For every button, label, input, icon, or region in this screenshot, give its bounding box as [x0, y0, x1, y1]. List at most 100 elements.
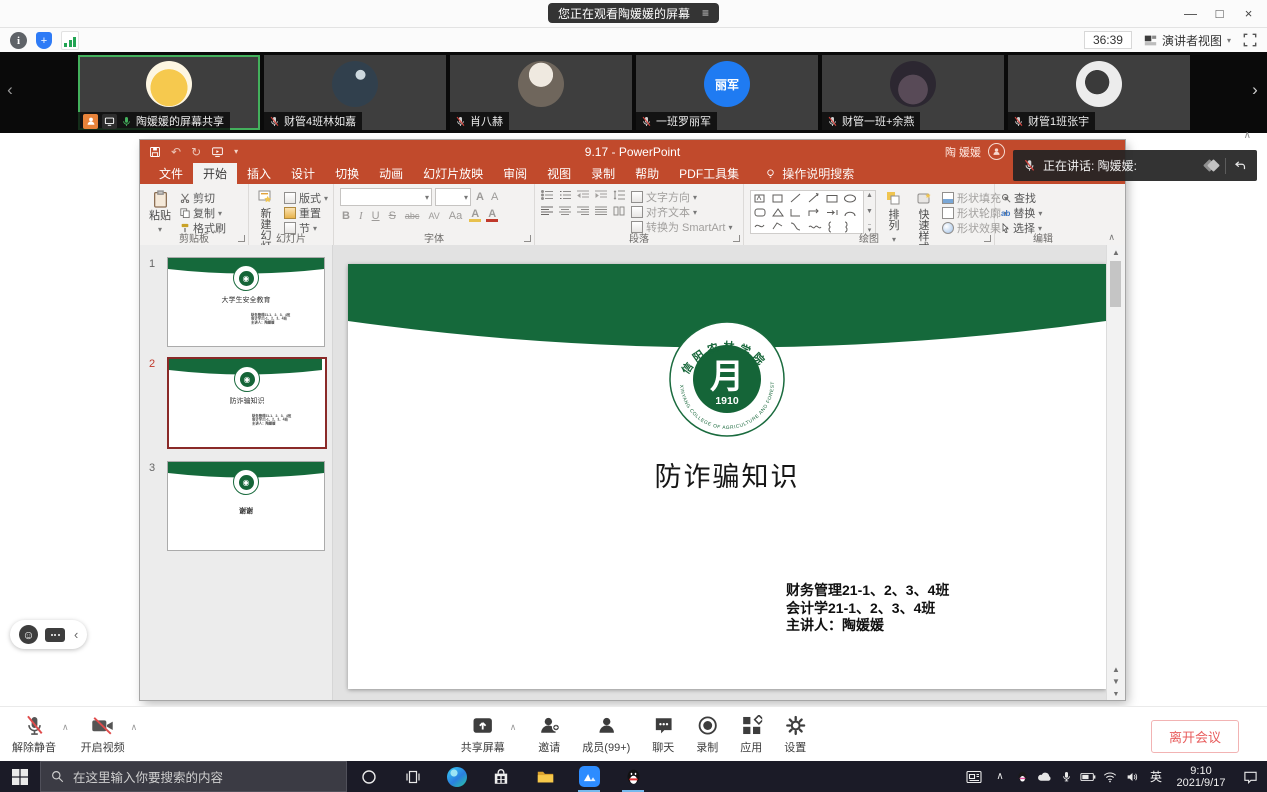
members-button[interactable]: 成员(99+) — [582, 715, 630, 755]
mic-options-chevron[interactable]: ∧ — [62, 722, 69, 733]
font-color-button[interactable]: A — [486, 210, 498, 222]
tab-record[interactable]: 录制 — [581, 163, 625, 184]
tab-home[interactable]: 开始 — [193, 163, 237, 184]
dialog-launcher[interactable] — [984, 235, 991, 242]
participant-tile[interactable]: 丽军 一班罗丽军 — [636, 55, 818, 130]
tab-help[interactable]: 帮助 — [625, 163, 669, 184]
align-center-icon[interactable] — [559, 206, 571, 216]
cortana-button[interactable] — [347, 761, 391, 792]
tab-transitions[interactable]: 切换 — [325, 163, 369, 184]
unmute-button[interactable]: 解除静音 — [12, 715, 56, 755]
meeting-app-button[interactable] — [567, 761, 611, 792]
paste-button[interactable]: 粘贴▾ — [146, 188, 174, 236]
participant-tile[interactable]: 财管一班+余燕 — [822, 55, 1004, 130]
slide[interactable]: 信阳农林学院 XINYANG COLLEGE OF AGRICULTURE AN… — [348, 264, 1106, 689]
char-spacing-button[interactable]: AV — [426, 211, 441, 221]
previous-slide-button[interactable]: ▲ — [1107, 665, 1125, 674]
share-screen-button[interactable]: 共享屏幕 — [461, 715, 505, 755]
keyboard-icon[interactable] — [45, 628, 65, 642]
line-spacing-icon[interactable] — [613, 190, 625, 200]
bold-button[interactable]: B — [340, 210, 352, 222]
return-arrow-icon[interactable] — [1233, 159, 1247, 172]
tab-slideshow[interactable]: 幻灯片放映 — [413, 163, 493, 184]
slide-thumbnail-2-selected[interactable]: ◉ 防诈骗知识 财务管理21-1、2、3、4班会计学21-1、2、3、4班主讲人… — [167, 357, 327, 449]
undo-icon[interactable]: ↶ — [171, 145, 181, 159]
security-shield-icon[interactable]: + — [36, 32, 52, 49]
align-text-button[interactable]: 对齐文本▾ — [631, 205, 732, 219]
text-direction-button[interactable]: 文字方向▾ — [631, 190, 732, 204]
participant-tile[interactable]: 财管1班张宇 — [1008, 55, 1190, 130]
replace-button[interactable]: ab替换▾ — [1001, 206, 1042, 220]
redo-icon[interactable]: ↻ — [191, 145, 201, 159]
find-button[interactable]: 查找 — [1001, 191, 1042, 205]
tab-animations[interactable]: 动画 — [369, 163, 413, 184]
record-button[interactable]: 录制 — [696, 715, 718, 755]
collapse-panel-icon[interactable]: ‹ — [72, 627, 78, 642]
align-left-icon[interactable] — [541, 206, 553, 216]
scroll-up-icon[interactable]: ▲ — [1107, 248, 1125, 257]
highlight-color-button[interactable]: A — [469, 210, 481, 222]
tab-insert[interactable]: 插入 — [237, 163, 281, 184]
columns-icon[interactable] — [613, 206, 625, 216]
dialog-launcher[interactable] — [524, 235, 531, 242]
taskbar-search[interactable]: 在这里输入你要搜索的内容 — [40, 761, 347, 792]
tell-me-search[interactable]: 操作说明搜索 — [765, 163, 854, 184]
emoji-icon[interactable]: ☺ — [19, 625, 38, 644]
scroll-thumb[interactable] — [1110, 261, 1121, 307]
network-signal-icon[interactable] — [61, 31, 79, 50]
slide-thumbnail-3[interactable]: ◉ 谢谢 — [167, 461, 325, 551]
shapes-gallery[interactable] — [750, 190, 864, 234]
indent-decrease-icon[interactable] — [577, 190, 589, 200]
reset-button[interactable]: 重置 — [284, 206, 328, 220]
qq-button[interactable] — [611, 761, 655, 792]
view-mode-switcher[interactable]: 演讲者视图 ▾ — [1144, 32, 1231, 49]
justify-icon[interactable] — [595, 206, 607, 216]
maximize-button[interactable]: □ — [1205, 0, 1234, 26]
wifi-tray-icon[interactable] — [1099, 761, 1121, 792]
meeting-info-icon[interactable]: i — [10, 32, 27, 49]
slide-thumbnail-1[interactable]: ◉ 大学生安全教育 财务管理21-1、2、3、4班会计学21-1、2、3、4班主… — [167, 257, 325, 347]
shadow-button[interactable]: abc — [403, 211, 422, 221]
tab-view[interactable]: 视图 — [537, 163, 581, 184]
tab-pdf-tools[interactable]: PDF工具集 — [669, 163, 749, 184]
tray-expand-button[interactable]: ∧ — [989, 761, 1011, 792]
indent-increase-icon[interactable] — [595, 190, 607, 200]
share-options-chevron[interactable]: ∧ — [510, 722, 517, 733]
align-right-icon[interactable] — [577, 206, 589, 216]
qq-tray-icon[interactable] — [1011, 761, 1033, 792]
grow-font-button[interactable]: A — [474, 191, 486, 203]
slideshow-icon[interactable] — [211, 146, 224, 158]
underline-button[interactable]: U — [370, 210, 382, 222]
cut-button[interactable]: 剪切 — [180, 191, 226, 205]
font-name-select[interactable]: ▾ — [340, 188, 432, 206]
participant-tile[interactable]: 陶媛媛的屏幕共享 — [78, 55, 260, 130]
fullscreen-icon[interactable] — [1243, 33, 1257, 47]
minimize-button[interactable]: — — [1176, 0, 1205, 26]
italic-button[interactable]: I — [357, 210, 365, 222]
file-explorer-button[interactable] — [523, 761, 567, 792]
invite-button[interactable]: 邀请 — [538, 715, 560, 755]
action-center-button[interactable] — [1233, 761, 1267, 792]
onedrive-tray-icon[interactable] — [1033, 761, 1055, 792]
participant-tile[interactable]: 肖八赫 — [450, 55, 632, 130]
font-size-select[interactable]: ▾ — [435, 188, 471, 206]
dialog-launcher[interactable] — [238, 235, 245, 242]
shrink-font-button[interactable]: A — [489, 191, 500, 203]
start-video-button[interactable]: 开启视频 — [81, 715, 125, 755]
copy-button[interactable]: 复制▾ — [180, 206, 226, 220]
start-button[interactable] — [0, 761, 40, 792]
tab-review[interactable]: 审阅 — [493, 163, 537, 184]
participant-tile[interactable]: 财管4班林如嘉 — [264, 55, 446, 130]
vertical-scrollbar[interactable]: ▲ ▲ ▼ ▼ — [1106, 245, 1125, 700]
strip-scroll-left-button[interactable]: ‹ — [2, 80, 18, 100]
save-icon[interactable] — [149, 146, 161, 158]
banner-menu-icon[interactable]: ≡ — [702, 6, 709, 20]
volume-tray-icon[interactable] — [1121, 761, 1143, 792]
video-options-chevron[interactable]: ∧ — [131, 722, 138, 733]
collapse-strip-button[interactable]: ∧ — [1244, 130, 1251, 141]
scroll-down-icon[interactable]: ▼ — [1107, 691, 1125, 698]
settings-button[interactable]: 设置 — [784, 715, 806, 755]
chat-button[interactable]: 聊天 — [652, 715, 674, 755]
collapse-ribbon-button[interactable]: ∧ — [1108, 232, 1115, 243]
layout-button[interactable]: 版式▾ — [284, 191, 328, 205]
